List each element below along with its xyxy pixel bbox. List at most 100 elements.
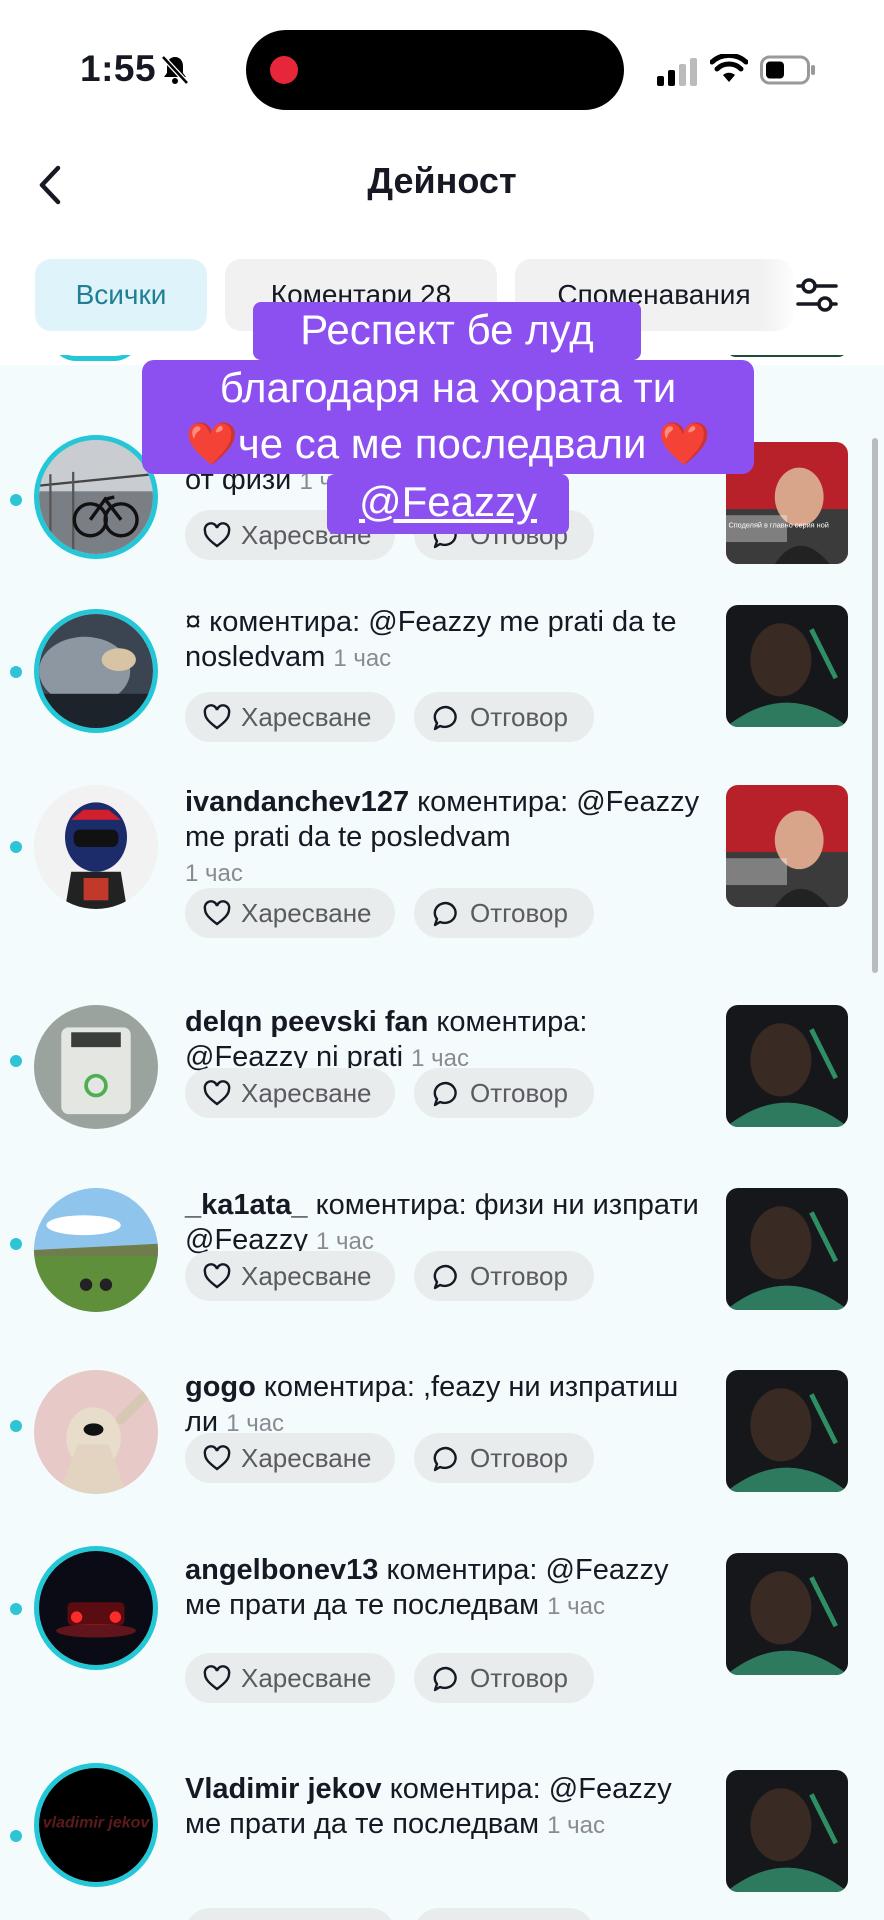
reply-button[interactable]: Отговор: [414, 692, 594, 742]
unread-dot: [10, 1055, 22, 1067]
unread-dot: [10, 1603, 22, 1615]
avatar-blurred-image: [39, 614, 153, 728]
avatar-bike-image: [39, 440, 153, 554]
avatar-dog-image: [34, 1370, 158, 1494]
reply-button[interactable]: Отговор: [414, 1433, 594, 1483]
thumbnail-store-image: [726, 785, 848, 907]
heart-emoji-icon: ❤️: [658, 420, 711, 467]
avatar[interactable]: [34, 435, 158, 559]
battery-icon: [760, 55, 815, 85]
heart-icon: [203, 1445, 231, 1471]
status-bar: 1:55: [0, 0, 884, 140]
avatar[interactable]: [34, 785, 158, 909]
unread-dot: [10, 841, 22, 853]
thumbnail-dark-image: [726, 1188, 848, 1310]
heart-icon: [203, 522, 231, 548]
list-item[interactable]: vladimir jekov Vladimir jekov коментира:…: [0, 1760, 884, 1920]
tab-all[interactable]: Всички: [35, 259, 207, 331]
unread-dot: [10, 1830, 22, 1842]
avatar[interactable]: [34, 609, 158, 733]
like-button[interactable]: Харесване: [185, 888, 395, 938]
list-item[interactable]: gogo коментира: ,feazy ни изпратиш ли 1 …: [0, 1360, 884, 1540]
avatar[interactable]: [34, 1370, 158, 1494]
unread-dot: [10, 1420, 22, 1432]
activity-text: angelbonev13 коментира: @Feazzy ме прати…: [185, 1554, 669, 1621]
heart-icon: [203, 1080, 231, 1106]
heart-icon: [203, 900, 231, 926]
activity-text: ¤ коментира: @Feazzy me prati da te nosl…: [185, 606, 677, 673]
dynamic-island: [246, 30, 624, 110]
reply-button[interactable]: Отговор: [414, 1251, 594, 1301]
avatar-bin-image: [34, 1005, 158, 1129]
post-thumbnail[interactable]: [726, 1553, 848, 1675]
overlay-caption-line1: Респект бе луд: [253, 302, 641, 360]
thumbnail-caption: Споделяй в главно серия ной: [728, 520, 828, 529]
heart-emoji-icon: ❤️: [185, 420, 238, 467]
filter-sliders-icon[interactable]: [794, 272, 840, 318]
avatar-landscape-image: [34, 1188, 158, 1312]
activity-list[interactable]: от физи 1 час Харесване Отговор Споделяй…: [0, 355, 884, 1920]
post-thumbnail[interactable]: [726, 1370, 848, 1492]
overlay-caption-line2: благодаря на хората ти: [219, 364, 677, 411]
reply-button[interactable]: Отговор: [414, 1653, 594, 1703]
avatar-helmet-image: [34, 785, 158, 909]
overlay-caption-line4: @Feazzy: [327, 474, 569, 534]
thumbnail-dark-image: [726, 1770, 848, 1892]
like-button[interactable]: Харесване: [185, 1433, 395, 1483]
list-item[interactable]: ¤ коментира: @Feazzy me prati da te nosl…: [0, 595, 884, 775]
avatar[interactable]: [34, 1005, 158, 1129]
wifi-icon: [710, 54, 748, 82]
activity-text: gogo коментира: ,feazy ни изпратиш ли 1 …: [185, 1371, 679, 1438]
thumbnail-dark-image: [726, 1553, 848, 1675]
heart-icon: [203, 1263, 231, 1289]
overlay-caption-block: благодаря на хората ти ❤️че са ме послед…: [142, 360, 754, 474]
avatar[interactable]: [34, 1188, 158, 1312]
reply-button[interactable]: Отговор: [414, 888, 594, 938]
thumbnail-dark-image: [726, 605, 848, 727]
post-thumbnail[interactable]: [726, 1005, 848, 1127]
thumbnail-dark-image: [726, 1005, 848, 1127]
like-button[interactable]: Харесване: [185, 1653, 395, 1703]
thumbnail-dark-image: [726, 1370, 848, 1492]
like-button[interactable]: Харесване: [185, 692, 395, 742]
like-button[interactable]: Харесване: [185, 1068, 395, 1118]
comment-bubble-icon: [433, 705, 457, 731]
overlay-caption-line3: ❤️че са ме последвали ❤️: [185, 420, 711, 467]
like-button[interactable]: Харесване: [185, 1908, 395, 1920]
activity-text: ivandanchev127 коментира: @Feazzy me pra…: [185, 786, 700, 887]
like-button[interactable]: Харесване: [185, 1251, 395, 1301]
unread-dot: [10, 666, 22, 678]
comment-bubble-icon: [433, 1666, 457, 1692]
avatar-night-car-image: [39, 1551, 153, 1665]
comment-bubble-icon: [433, 901, 457, 927]
avatar[interactable]: vladimir jekov: [34, 1763, 158, 1887]
list-item[interactable]: delqn peevski fan коментира: @Feazzy ni …: [0, 995, 884, 1175]
post-thumbnail[interactable]: [726, 605, 848, 727]
avatar-ring-partial: [50, 355, 140, 361]
scrollbar[interactable]: [872, 438, 878, 973]
list-item[interactable]: _ka1ata_ коментира: физи ни изпрати @Fea…: [0, 1178, 884, 1358]
post-thumbnail[interactable]: [726, 785, 848, 907]
list-item[interactable]: ivandanchev127 коментира: @Feazzy me pra…: [0, 775, 884, 975]
thumbnail-partial: [726, 355, 848, 357]
activity-text: delqn peevski fan коментира: @Feazzy ni …: [185, 1006, 588, 1073]
activity-text: _ka1ata_ коментира: физи ни изпрати @Fea…: [185, 1189, 699, 1256]
post-thumbnail[interactable]: [726, 1770, 848, 1892]
reply-button[interactable]: Отговор: [414, 1908, 594, 1920]
status-time: 1:55: [80, 48, 157, 89]
comment-bubble-icon: [433, 1446, 457, 1472]
avatar-logo-image: vladimir jekov: [39, 1768, 153, 1882]
heart-icon: [203, 1665, 231, 1691]
reply-button[interactable]: Отговор: [414, 1068, 594, 1118]
heart-icon: [203, 704, 231, 730]
post-thumbnail[interactable]: [726, 1188, 848, 1310]
comment-bubble-icon: [433, 1081, 457, 1107]
avatar-logo-text: vladimir jekov: [43, 1814, 151, 1831]
unread-dot: [10, 494, 22, 506]
unread-dot: [10, 1238, 22, 1250]
page-title: Дейност: [367, 160, 517, 201]
signal-icon: [657, 58, 697, 86]
comment-bubble-icon: [433, 1264, 457, 1290]
list-item[interactable]: angelbonev13 коментира: @Feazzy ме прати…: [0, 1543, 884, 1758]
avatar[interactable]: [34, 1546, 158, 1670]
